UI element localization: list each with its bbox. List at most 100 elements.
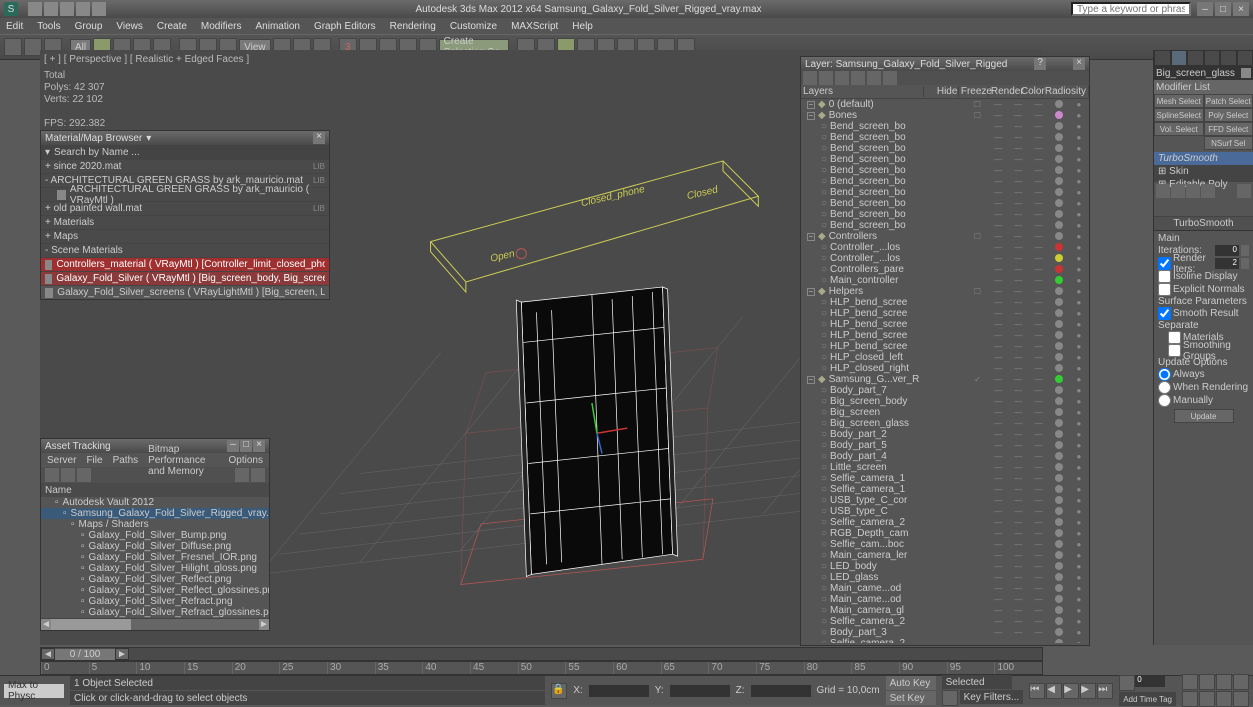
zoom-extents-icon[interactable]	[1216, 674, 1232, 690]
material-group-row[interactable]: + Materials	[41, 215, 329, 229]
asset-max-icon[interactable]: □	[240, 440, 252, 452]
menu-customize[interactable]: Customize	[450, 21, 497, 32]
asset-tree-row[interactable]: ▫Galaxy_Fold_Silver_Diffuse.png	[41, 541, 269, 552]
layer-row[interactable]: –◆Controllers☐———●	[801, 231, 1089, 242]
material-group-row[interactable]: + Maps	[41, 229, 329, 243]
update-manual-radio[interactable]	[1158, 394, 1171, 407]
object-name-field[interactable]: Big_screen_glass	[1156, 68, 1235, 79]
zoom-icon[interactable]	[1182, 674, 1198, 690]
layer-row[interactable]: ○Main_camera_gl———●	[801, 605, 1089, 616]
close-button[interactable]: ×	[1233, 2, 1249, 16]
layer-row[interactable]: ○Body_part_4———●	[801, 451, 1089, 462]
y-coord-input[interactable]	[670, 685, 730, 697]
layer-row[interactable]: ○HLP_closed_left———●	[801, 352, 1089, 363]
layer-row[interactable]: ○Bend_screen_bo———●	[801, 198, 1089, 209]
layer-expand-icon[interactable]: –	[807, 101, 815, 109]
layer-row[interactable]: ○Selfie_cam...boc———●	[801, 539, 1089, 550]
refresh-icon[interactable]	[45, 468, 59, 482]
minimize-button[interactable]: –	[1197, 2, 1213, 16]
isoline-checkbox[interactable]	[1158, 270, 1171, 283]
menu-animation[interactable]: Animation	[255, 21, 299, 32]
tree-icon[interactable]	[77, 468, 91, 482]
asset-tree-row[interactable]: ▫Galaxy_Fold_Silver_Fresnel_IOR.png	[41, 552, 269, 563]
layer-row[interactable]: ○Body_part_3———●	[801, 627, 1089, 638]
layer-row[interactable]: ○Bend_screen_bo———●	[801, 176, 1089, 187]
layer-row[interactable]: ○Main_camera_ler———●	[801, 550, 1089, 561]
layer-row[interactable]: ○Big_screen_glass———●	[801, 418, 1089, 429]
asset-close-icon[interactable]: ×	[253, 440, 265, 452]
layer-row[interactable]: ○Bend_screen_bo———●	[801, 143, 1089, 154]
x-coord-input[interactable]	[589, 685, 649, 697]
set-key-button[interactable]: Set Key	[886, 691, 936, 705]
layer-row[interactable]: ○Controllers_pare———●	[801, 264, 1089, 275]
asset-tree-row[interactable]: ▫Galaxy_Fold_Silver_Reflect_glossines.pn…	[41, 585, 269, 596]
sep-groups-checkbox[interactable]	[1168, 344, 1181, 357]
time-slider[interactable]: ◄ 0 / 100 ►	[40, 647, 1043, 661]
layer-row[interactable]: ○Main_came...od———●	[801, 594, 1089, 605]
spline-select-button[interactable]: SplineSelect	[1154, 108, 1204, 122]
modifier-stack-item[interactable]: ⊞ Skin	[1154, 165, 1253, 178]
lock-icon[interactable]: 🔒	[551, 683, 567, 699]
modifier-list-dropdown[interactable]: Modifier List	[1154, 80, 1253, 94]
render-iters-spinner[interactable]: 2	[1215, 258, 1239, 269]
utilities-tab-icon[interactable]	[1237, 50, 1253, 66]
layer-row[interactable]: ○Selfie_camera_2———●	[801, 616, 1089, 627]
layer-row[interactable]: ○LED_glass———●	[801, 572, 1089, 583]
asset-tree-row[interactable]: ▫Galaxy_Fold_Silver_Refract.png	[41, 596, 269, 607]
z-coord-input[interactable]	[751, 685, 811, 697]
goto-end-icon[interactable]: ⏭	[1097, 683, 1113, 699]
material-group-row[interactable]: + since 2020.matLIB	[41, 159, 329, 173]
menu-tools[interactable]: Tools	[37, 21, 60, 32]
layer-row[interactable]: ○Body_part_5———●	[801, 440, 1089, 451]
layer-row[interactable]: ○Selfie_camera_2———●	[801, 517, 1089, 528]
layer-row[interactable]: ○Body_part_7———●	[801, 385, 1089, 396]
maxscript-mini-listener[interactable]: Max to Physc	[4, 684, 64, 698]
spinner-arrows-icon[interactable]	[1241, 245, 1249, 256]
display-tab-icon[interactable]	[1220, 50, 1237, 66]
zoom-extents-all-icon[interactable]	[1233, 674, 1249, 690]
layer-row[interactable]: ○RGB_Depth_cam———●	[801, 528, 1089, 539]
layer-row[interactable]: –◆Helpers☐———●	[801, 286, 1089, 297]
layer-row[interactable]: ○HLP_bend_scree———●	[801, 330, 1089, 341]
layer-row[interactable]: –◆Bones☐———●	[801, 110, 1089, 121]
menu-group[interactable]: Group	[75, 21, 103, 32]
material-group-row[interactable]: - Scene Materials	[41, 243, 329, 257]
scene-material-row[interactable]: Galaxy_Fold_Silver ( VRayMtl ) [Big_scre…	[41, 271, 329, 285]
hierarchy-tab-icon[interactable]	[1187, 50, 1204, 66]
layer-pin-icon[interactable]: ?	[1034, 58, 1046, 70]
key-icon[interactable]	[942, 690, 958, 706]
quick-redo-icon[interactable]	[92, 2, 106, 16]
update-always-radio[interactable]	[1158, 368, 1171, 381]
asset-column-header[interactable]: Name	[41, 483, 269, 497]
asset-tree-row[interactable]: ▫Galaxy_Fold_Silver_Reflect.png	[41, 574, 269, 585]
quick-new-icon[interactable]	[28, 2, 42, 16]
mesh-select-button[interactable]: Mesh Select	[1154, 94, 1204, 108]
delete-layer-icon[interactable]	[819, 71, 833, 85]
layer-row[interactable]: ○Body_part_2———●	[801, 429, 1089, 440]
undo-icon[interactable]	[4, 38, 22, 56]
menu-help[interactable]: Help	[572, 21, 593, 32]
asset-menu-item[interactable]: Server	[47, 455, 76, 466]
layer-row[interactable]: ○USB_type_C_cor———●	[801, 495, 1089, 506]
update-render-radio[interactable]	[1158, 381, 1171, 394]
key-filters-button[interactable]: Key Filters...	[960, 690, 1024, 704]
nsurf-sel-button[interactable]: NSurf Sel	[1204, 136, 1253, 150]
play-icon[interactable]: ▶	[1063, 683, 1079, 699]
layer-row[interactable]: ○Bend_screen_bo———●	[801, 154, 1089, 165]
ffd-select-button[interactable]: FFD Select	[1204, 122, 1253, 136]
highlight-icon[interactable]	[235, 468, 249, 482]
layer-row[interactable]: ○HLP_bend_scree———●	[801, 319, 1089, 330]
layer-expand-icon[interactable]: –	[807, 112, 815, 120]
zoom-all-icon[interactable]	[1199, 674, 1215, 690]
asset-tree-row[interactable]: ▫Galaxy_Fold_Silver_Refract_glossines.pn…	[41, 607, 269, 618]
menu-edit[interactable]: Edit	[6, 21, 23, 32]
add-to-layer-icon[interactable]	[835, 71, 849, 85]
asset-tree-row[interactable]: ▫Samsung_Galaxy_Fold_Silver_Rigged_vray.…	[41, 508, 269, 519]
layer-row[interactable]: ○Bend_screen_bo———●	[801, 187, 1089, 198]
create-tab-icon[interactable]	[1154, 50, 1171, 66]
layer-row[interactable]: ○Big_screen———●	[801, 407, 1089, 418]
scene-material-row[interactable]: Galaxy_Fold_Silver_screens ( VRayLightMt…	[41, 285, 329, 299]
render-iters-checkbox[interactable]	[1158, 257, 1171, 270]
quick-undo-icon[interactable]	[76, 2, 90, 16]
settings-icon[interactable]	[251, 468, 265, 482]
